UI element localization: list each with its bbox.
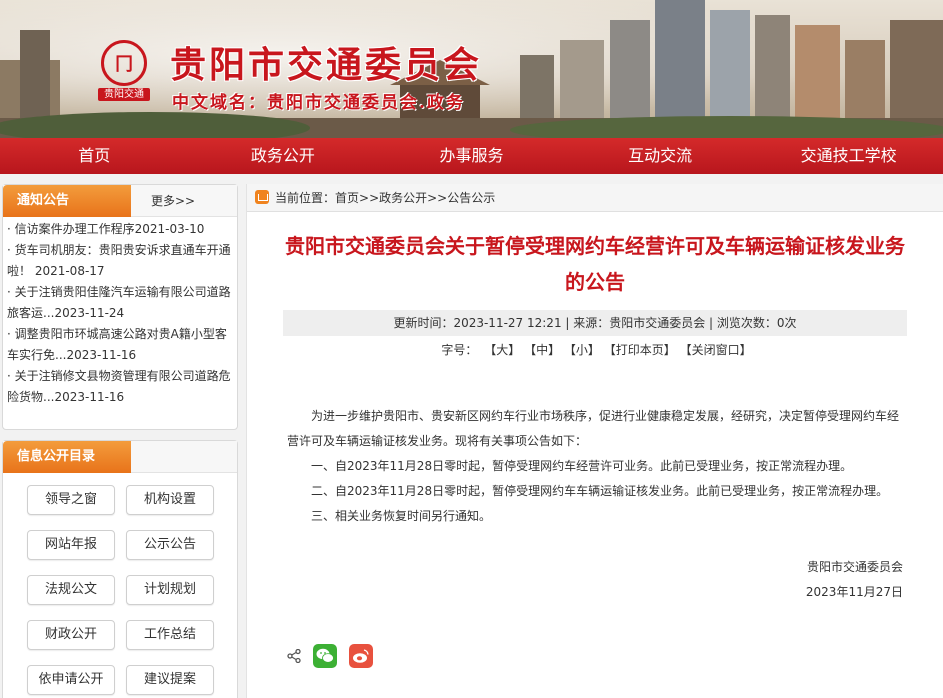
article-meta: 更新时间：2023-11-27 12:21 | 来源：贵阳市交通委员会 | 浏览… — [283, 310, 907, 336]
site-title: 贵阳市交通委员会 — [170, 44, 483, 86]
article-body: 为进一步维护贵阳市、贵安新区网约车行业市场秩序，促进行业健康稳定发展，经研究，决… — [247, 364, 943, 529]
print-button[interactable]: 【打印本页】 — [604, 343, 676, 357]
notice-header: 通知公告 更多>> — [3, 185, 237, 217]
share-icon[interactable] — [287, 649, 301, 663]
notice-item[interactable]: · 货车司机朋友：贵阳贵安诉求直通车开通啦！ 2021-08-17 — [7, 240, 233, 282]
catalog-title: 信息公开目录 — [3, 441, 131, 473]
nav-government-affairs[interactable]: 政务公开 — [189, 138, 378, 174]
catalog-button-leaders[interactable]: 领导之窗 — [27, 485, 115, 515]
notice-title: 通知公告 — [3, 185, 131, 217]
notice-list: · 信访案件办理工作程序2021-03-10 · 货车司机朋友：贵阳贵安诉求直通… — [3, 217, 237, 408]
content-area: 通知公告 更多>> · 信访案件办理工作程序2021-03-10 · 货车司机朋… — [0, 174, 943, 698]
font-size-small-button[interactable]: 【小】 — [564, 343, 600, 357]
article-title: 贵阳市交通委员会关于暂停受理网约车经营许可及车辆运输证核发业务的公告 — [285, 234, 905, 294]
catalog-button-announcements[interactable]: 公示公告 — [126, 530, 214, 560]
logo-emblem-icon: 冂 — [101, 40, 147, 86]
article-tools: 字号： 【大】 【中】 【小】 【打印本页】 【关闭窗口】 — [247, 336, 943, 364]
nav-home[interactable]: 首页 — [0, 138, 189, 174]
catalog-header: 信息公开目录 — [3, 441, 237, 473]
notice-item[interactable]: · 关于注销贵阳佳隆汽车运输有限公司道路旅客运...2023-11-24 — [7, 282, 233, 324]
article-signature-block: 贵阳市交通委员会 2023年11月27日 — [247, 555, 943, 605]
header-banner: 冂 贵阳交通 贵阳市交通委员会 中文域名：贵阳市交通委员会.政务 — [0, 0, 943, 138]
catalog-button-on-request[interactable]: 依申请公开 — [27, 665, 115, 695]
article-intro: 为进一步维护贵阳市、贵安新区网约车行业市场秩序，促进行业健康稳定发展，经研究，决… — [287, 409, 900, 448]
catalog-button-plans[interactable]: 计划规划 — [126, 575, 214, 605]
home-icon — [255, 190, 269, 204]
catalog-button-organization[interactable]: 机构设置 — [126, 485, 214, 515]
logo-text: 贵阳交通 — [98, 88, 150, 101]
article-item: 三、相关业务恢复时间另行通知。 — [311, 509, 492, 523]
close-window-button[interactable]: 【关闭窗口】 — [680, 343, 752, 357]
weibo-icon[interactable] — [349, 644, 373, 668]
article-item: 二、自2023年11月28日零时起，暂停受理网约车车辆运输证核发业务。此前已受理… — [311, 484, 889, 498]
catalog-button-proposals[interactable]: 建议提案 — [126, 665, 214, 695]
article-date: 2023年11月27日 — [805, 585, 903, 599]
catalog-button-work-summary[interactable]: 工作总结 — [126, 620, 214, 650]
site-logo[interactable]: 冂 贵阳交通 — [98, 40, 150, 104]
font-size-label: 字号： — [441, 343, 478, 357]
wechat-icon[interactable] — [313, 644, 337, 668]
breadcrumb-label: 当前位置： — [275, 191, 336, 205]
site-domain: 中文域名：贵阳市交通委员会.政务 — [172, 93, 465, 113]
nav-services[interactable]: 办事服务 — [377, 138, 566, 174]
nav-interaction[interactable]: 互动交流 — [566, 138, 755, 174]
catalog-box: 信息公开目录 领导之窗 机构设置 网站年报 公示公告 法规公文 计划规划 财政公… — [2, 440, 238, 698]
breadcrumb: 当前位置：首页>>政务公开>>公告公示 — [247, 184, 943, 212]
breadcrumb-path[interactable]: 首页>>政务公开>>公告公示 — [335, 191, 495, 205]
font-size-large-button[interactable]: 【大】 — [484, 343, 520, 357]
main-nav: 首页 政务公开 办事服务 互动交流 交通技工学校 — [0, 138, 943, 174]
notice-item[interactable]: · 关于注销修文县物资管理有限公司道路危险货物...2023-11-16 — [7, 366, 233, 408]
catalog-button-regulations[interactable]: 法规公文 — [27, 575, 115, 605]
article-signature: 贵阳市交通委员会 — [806, 560, 903, 574]
share-bar — [287, 644, 373, 668]
catalog-button-finance[interactable]: 财政公开 — [27, 620, 115, 650]
catalog-button-annual-report[interactable]: 网站年报 — [27, 530, 115, 560]
notice-box: 通知公告 更多>> · 信访案件办理工作程序2021-03-10 · 货车司机朋… — [2, 184, 238, 430]
notice-more-link[interactable]: 更多>> — [151, 185, 195, 217]
catalog-buttons: 领导之窗 机构设置 网站年报 公示公告 法规公文 计划规划 财政公开 工作总结 … — [3, 473, 237, 695]
article-item: 一、自2023年11月28日零时起，暂停受理网约车经营许可业务。此前已受理业务，… — [311, 459, 853, 473]
nav-technical-school[interactable]: 交通技工学校 — [754, 138, 943, 174]
sidebar: 通知公告 更多>> · 信访案件办理工作程序2021-03-10 · 货车司机朋… — [2, 184, 238, 698]
font-size-medium-button[interactable]: 【中】 — [524, 343, 560, 357]
notice-item[interactable]: · 信访案件办理工作程序2021-03-10 — [7, 219, 233, 240]
article-panel: 当前位置：首页>>政务公开>>公告公示 贵阳市交通委员会关于暂停受理网约车经营许… — [246, 184, 943, 698]
notice-item[interactable]: · 调整贵阳市环城高速公路对贵A籍小型客车实行免...2023-11-16 — [7, 324, 233, 366]
